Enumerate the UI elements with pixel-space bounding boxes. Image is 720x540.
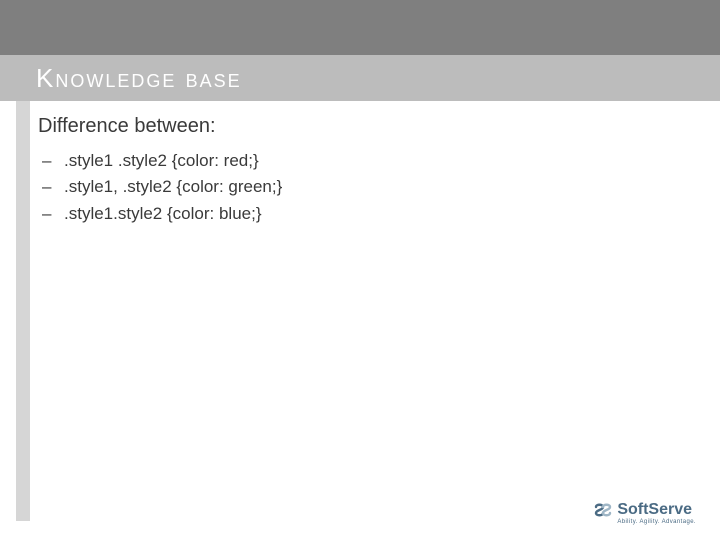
slide-title: Knowledge base	[36, 63, 242, 94]
brand-logo: SoftServe Ability. Agility. Advantage.	[593, 501, 696, 526]
list-item: .style1.style2 {color: blue;}	[64, 201, 678, 227]
logo-mark-icon	[593, 501, 613, 526]
logo-text: SoftServe Ability. Agility. Advantage.	[617, 502, 696, 525]
content-area: Difference between: .style1 .style2 {col…	[38, 115, 678, 227]
list-item: .style1 .style2 {color: red;}	[64, 148, 678, 174]
title-band: Knowledge base	[0, 55, 720, 101]
side-strip	[16, 101, 30, 521]
content-heading: Difference between:	[38, 115, 678, 138]
list-item: .style1, .style2 {color: green;}	[64, 174, 678, 200]
logo-name: SoftServe	[617, 502, 696, 518]
logo-tagline: Ability. Agility. Advantage.	[617, 519, 696, 525]
top-dark-band	[0, 0, 720, 55]
bullet-list: .style1 .style2 {color: red;} .style1, .…	[38, 148, 678, 227]
